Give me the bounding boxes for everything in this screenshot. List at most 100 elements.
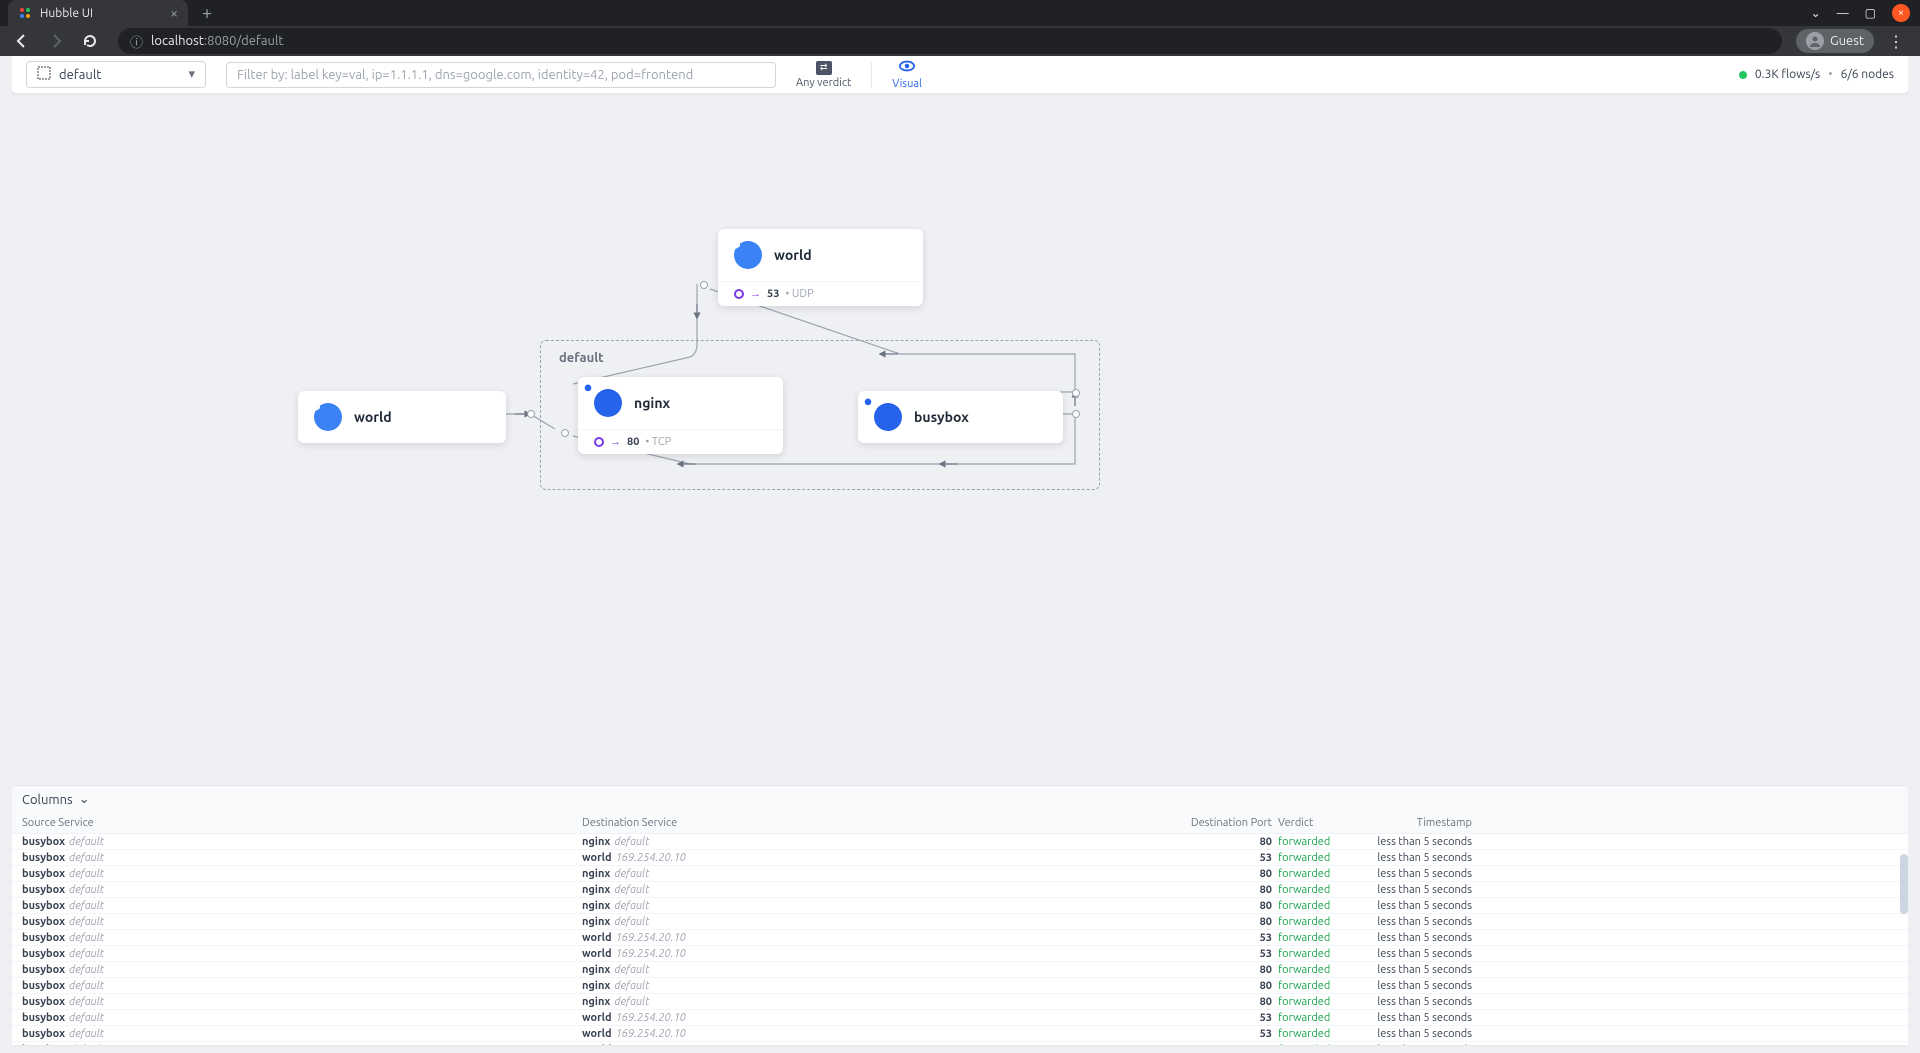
flow-row[interactable]: busyboxdefaultnginxdefault80forwardedles… — [12, 914, 1908, 930]
nodes-count: 6/6 nodes — [1841, 68, 1894, 81]
dst-port: 53 — [1172, 1012, 1272, 1024]
divider — [871, 62, 872, 88]
dst-namespace: default — [614, 884, 649, 896]
header-verdict[interactable]: Verdict — [1272, 817, 1372, 829]
filter-input[interactable] — [226, 62, 776, 88]
columns-toggle[interactable]: Columns ⌄ — [12, 786, 1908, 813]
app: default ▾ ⇄ Any verdict Visual 0.3K flow… — [0, 56, 1920, 1053]
service-card-busybox[interactable]: busybox — [858, 391, 1063, 443]
kebab-menu-icon[interactable]: ⋮ — [1888, 32, 1904, 51]
flow-row[interactable]: busyboxdefaultworld169.254.20.1053forwar… — [12, 946, 1908, 962]
timestamp: less than 5 seconds — [1372, 852, 1472, 864]
close-icon[interactable]: × — [1892, 4, 1910, 22]
guest-badge[interactable]: Guest — [1796, 29, 1874, 53]
flow-row[interactable]: busyboxdefaultnginxdefault80forwardedles… — [12, 866, 1908, 882]
src-namespace: default — [69, 1028, 104, 1040]
src-service: busybox — [22, 964, 65, 976]
src-namespace: default — [69, 964, 104, 976]
service-card-nginx[interactable]: nginx → 80 • TCP — [578, 377, 783, 454]
flows-headers: Source Service Destination Service Desti… — [12, 813, 1908, 834]
src-service: busybox — [22, 836, 65, 848]
verdict: forwarded — [1272, 996, 1372, 1008]
header-port[interactable]: Destination Port — [1172, 817, 1272, 829]
browser-tab[interactable]: Hubble UI × — [8, 0, 188, 26]
src-service: busybox — [22, 980, 65, 992]
flow-row[interactable]: busyboxdefaultnginxdefault80forwardedles… — [12, 898, 1908, 914]
back-button[interactable] — [8, 27, 36, 55]
flow-row[interactable]: busyboxdefaultnginxdefault80forwardedles… — [12, 882, 1908, 898]
dst-namespace: 169.254.20.10 — [616, 1044, 686, 1046]
service-map[interactable]: default world → 53 • UDP — [0, 94, 1920, 785]
namespace-select[interactable]: default ▾ — [26, 61, 206, 88]
header-source[interactable]: Source Service — [22, 817, 582, 829]
scrollbar-thumb[interactable] — [1900, 854, 1908, 914]
tab-close-icon[interactable]: × — [170, 5, 178, 21]
verdict: forwarded — [1272, 852, 1372, 864]
flow-row[interactable]: busyboxdefaultworld169.254.20.1053forwar… — [12, 930, 1908, 946]
url-bar[interactable]: ⓘ localhost:8080/default — [118, 28, 1782, 54]
new-tab-button[interactable]: + — [202, 3, 212, 23]
card-title: world — [774, 247, 812, 263]
timestamp: less than 5 seconds — [1372, 884, 1472, 896]
src-service: busybox — [22, 996, 65, 1008]
verdict: forwarded — [1272, 964, 1372, 976]
visual-toggle[interactable]: Visual — [892, 59, 922, 90]
dst-service: nginx — [582, 884, 610, 896]
src-namespace: default — [69, 900, 104, 912]
dst-port: 80 — [1172, 916, 1272, 928]
chevron-down-icon[interactable]: ⌄ — [1811, 6, 1821, 20]
service-card-world-top[interactable]: world → 53 • UDP — [718, 229, 923, 306]
dst-namespace: 169.254.20.10 — [616, 948, 686, 960]
src-namespace: default — [69, 980, 104, 992]
src-namespace: default — [69, 852, 104, 864]
guest-label: Guest — [1830, 34, 1864, 48]
favicon-icon — [18, 6, 32, 20]
src-service: busybox — [22, 1028, 65, 1040]
port-proto: • UDP — [785, 288, 813, 300]
window-controls: ⌄ — ▢ × — [1811, 4, 1920, 22]
dst-port: 80 — [1172, 836, 1272, 848]
port-row[interactable]: → 53 • UDP — [718, 281, 923, 306]
timestamp: less than 5 seconds — [1372, 996, 1472, 1008]
namespace-box-label: default — [559, 351, 604, 365]
flow-row[interactable]: busyboxdefaultnginxdefault80forwardedles… — [12, 834, 1908, 850]
forward-button[interactable] — [42, 27, 70, 55]
info-icon[interactable]: ⓘ — [130, 32, 143, 51]
src-service: busybox — [22, 900, 65, 912]
dst-port: 53 — [1172, 1028, 1272, 1040]
timestamp: less than 5 seconds — [1372, 948, 1472, 960]
flow-row[interactable]: busyboxdefaultworld169.254.20.1053forwar… — [12, 1010, 1908, 1026]
flow-row[interactable]: busyboxdefaultnginxdefault80forwardedles… — [12, 978, 1908, 994]
dst-service: nginx — [582, 980, 610, 992]
flow-row[interactable]: busyboxdefaultworld169.254.20.1053forwar… — [12, 1042, 1908, 1045]
verdict-filter[interactable]: ⇄ Any verdict — [796, 61, 851, 89]
header-timestamp[interactable]: Timestamp — [1372, 817, 1472, 829]
dst-port: 80 — [1172, 884, 1272, 896]
k8s-icon — [874, 403, 902, 431]
globe-icon — [734, 241, 762, 269]
flows-body[interactable]: busyboxdefaultnginxdefault80forwardedles… — [12, 834, 1908, 1045]
port-number: 53 — [767, 288, 779, 300]
dst-namespace: default — [614, 868, 649, 880]
maximize-icon[interactable]: ▢ — [1865, 6, 1876, 20]
flow-row[interactable]: busyboxdefaultworld169.254.20.1053forwar… — [12, 1026, 1908, 1042]
reload-button[interactable] — [76, 27, 104, 55]
flows-rate: 0.3K flows/s — [1755, 68, 1820, 81]
port-dot-icon — [734, 289, 744, 299]
verdict: forwarded — [1272, 1012, 1372, 1024]
src-namespace: default — [69, 884, 104, 896]
timestamp: less than 5 seconds — [1372, 1028, 1472, 1040]
flow-row[interactable]: busyboxdefaultnginxdefault80forwardedles… — [12, 994, 1908, 1010]
k8s-icon — [594, 389, 622, 417]
port-row[interactable]: → 80 • TCP — [578, 429, 783, 454]
header-destination[interactable]: Destination Service — [582, 817, 1172, 829]
namespace-icon — [37, 66, 51, 83]
flow-row[interactable]: busyboxdefaultnginxdefault80forwardedles… — [12, 962, 1908, 978]
src-namespace: default — [69, 1044, 104, 1046]
minimize-icon[interactable]: — — [1837, 7, 1849, 20]
flow-row[interactable]: busyboxdefaultworld169.254.20.1053forwar… — [12, 850, 1908, 866]
connection-dot — [527, 410, 535, 418]
service-card-world-left[interactable]: world — [298, 391, 506, 443]
dst-service: nginx — [582, 916, 610, 928]
dst-namespace: default — [614, 980, 649, 992]
